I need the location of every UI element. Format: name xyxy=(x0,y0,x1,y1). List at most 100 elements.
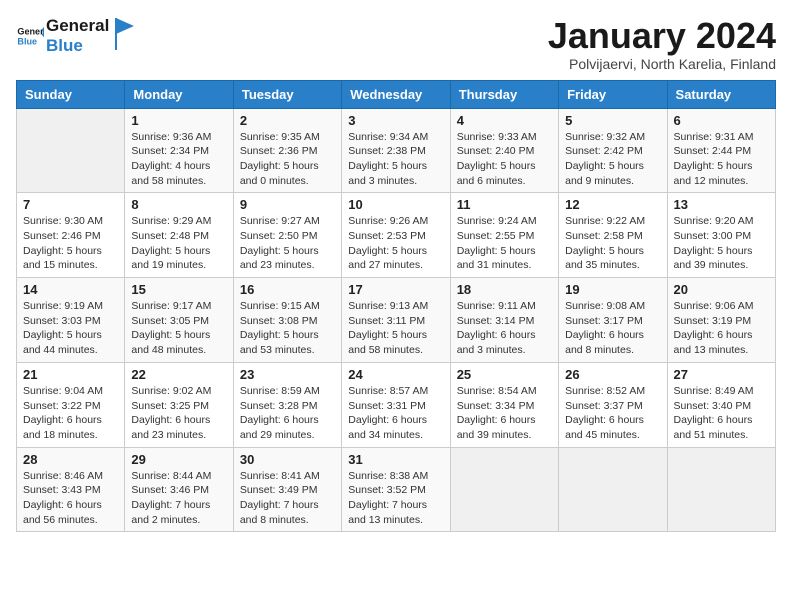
calendar-cell xyxy=(17,108,125,193)
month-title: January 2024 xyxy=(548,16,776,56)
day-info: Sunrise: 9:17 AMSunset: 3:05 PMDaylight:… xyxy=(131,299,226,358)
day-info: Sunrise: 8:46 AMSunset: 3:43 PMDaylight:… xyxy=(23,469,118,528)
calendar-cell: 11 Sunrise: 9:24 AMSunset: 2:55 PMDayligh… xyxy=(450,193,558,278)
calendar-cell: 24Sunrise: 8:57 AMSunset: 3:31 PMDayligh… xyxy=(342,362,450,447)
week-row-4: 28 Sunrise: 8:46 AMSunset: 3:43 PMDayligh… xyxy=(17,447,776,532)
day-info: Sunrise: 8:52 AMSunset: 3:37 PMDaylight:… xyxy=(565,384,660,443)
day-info: Sunrise: 8:59 AMSunset: 3:28 PMDaylight:… xyxy=(240,384,335,443)
day-info: Sunrise: 9:11 AMSunset: 3:14 PMDaylight:… xyxy=(457,299,552,358)
day-info: Sunrise: 8:57 AMSunset: 3:31 PMDaylight:… xyxy=(348,384,443,443)
day-number: 25 xyxy=(457,367,552,382)
title-block: January 2024 Polvijaervi, North Karelia,… xyxy=(548,16,776,72)
day-number: 10 xyxy=(348,197,443,212)
header-day-sunday: Sunday xyxy=(17,80,125,108)
day-number: 8 xyxy=(131,197,226,212)
day-info: Sunrise: 8:38 AMSunset: 3:52 PMDaylight:… xyxy=(348,469,443,528)
day-number: 9 xyxy=(240,197,335,212)
logo: General Blue General Blue xyxy=(16,16,136,55)
calendar-cell: 5 Sunrise: 9:32 AMSunset: 2:42 PMDaylight… xyxy=(559,108,667,193)
calendar-cell: 20 Sunrise: 9:06 AMSunset: 3:19 PMDayligh… xyxy=(667,278,775,363)
day-info: Sunrise: 9:26 AMSunset: 2:53 PMDaylight:… xyxy=(348,214,443,273)
calendar-cell: 9Sunrise: 9:27 AMSunset: 2:50 PMDaylight… xyxy=(233,193,341,278)
day-info: Sunrise: 9:15 AMSunset: 3:08 PMDaylight:… xyxy=(240,299,335,358)
day-number: 14 xyxy=(23,282,118,297)
day-number: 13 xyxy=(674,197,769,212)
calendar-cell: 25 Sunrise: 8:54 AMSunset: 3:34 PMDayligh… xyxy=(450,362,558,447)
svg-text:General: General xyxy=(17,26,44,36)
calendar-cell: 3Sunrise: 9:34 AMSunset: 2:38 PMDaylight… xyxy=(342,108,450,193)
calendar-cell: 10 Sunrise: 9:26 AMSunset: 2:53 PMDayligh… xyxy=(342,193,450,278)
calendar-cell: 15Sunrise: 9:17 AMSunset: 3:05 PMDayligh… xyxy=(125,278,233,363)
calendar-cell xyxy=(450,447,558,532)
calendar-cell: 16 Sunrise: 9:15 AMSunset: 3:08 PMDayligh… xyxy=(233,278,341,363)
day-info: Sunrise: 9:19 AMSunset: 3:03 PMDaylight:… xyxy=(23,299,118,358)
header-day-thursday: Thursday xyxy=(450,80,558,108)
day-number: 7 xyxy=(23,197,118,212)
day-number: 21 xyxy=(23,367,118,382)
day-info: Sunrise: 9:02 AMSunset: 3:25 PMDaylight:… xyxy=(131,384,226,443)
day-info: Sunrise: 9:30 AMSunset: 2:46 PMDaylight:… xyxy=(23,214,118,273)
day-info: Sunrise: 9:22 AMSunset: 2:58 PMDaylight:… xyxy=(565,214,660,273)
day-info: Sunrise: 9:08 AMSunset: 3:17 PMDaylight:… xyxy=(565,299,660,358)
calendar-table: SundayMondayTuesdayWednesdayThursdayFrid… xyxy=(16,80,776,533)
calendar-cell: 14 Sunrise: 9:19 AMSunset: 3:03 PMDayligh… xyxy=(17,278,125,363)
day-info: Sunrise: 9:36 AMSunset: 2:34 PMDaylight:… xyxy=(131,130,226,189)
day-number: 31 xyxy=(348,452,443,467)
week-row-1: 7 Sunrise: 9:30 AMSunset: 2:46 PMDaylight… xyxy=(17,193,776,278)
calendar-cell: 1 Sunrise: 9:36 AMSunset: 2:34 PMDaylight… xyxy=(125,108,233,193)
day-number: 20 xyxy=(674,282,769,297)
day-number: 5 xyxy=(565,113,660,128)
day-number: 16 xyxy=(240,282,335,297)
header-day-friday: Friday xyxy=(559,80,667,108)
day-info: Sunrise: 8:54 AMSunset: 3:34 PMDaylight:… xyxy=(457,384,552,443)
day-number: 29 xyxy=(131,452,226,467)
day-info: Sunrise: 9:06 AMSunset: 3:19 PMDaylight:… xyxy=(674,299,769,358)
calendar-cell: 26Sunrise: 8:52 AMSunset: 3:37 PMDayligh… xyxy=(559,362,667,447)
day-info: Sunrise: 8:41 AMSunset: 3:49 PMDaylight:… xyxy=(240,469,335,528)
header-day-tuesday: Tuesday xyxy=(233,80,341,108)
calendar-cell: 28 Sunrise: 8:46 AMSunset: 3:43 PMDayligh… xyxy=(17,447,125,532)
calendar-cell: 6Sunrise: 9:31 AMSunset: 2:44 PMDaylight… xyxy=(667,108,775,193)
calendar-cell: 21 Sunrise: 9:04 AMSunset: 3:22 PMDayligh… xyxy=(17,362,125,447)
day-info: Sunrise: 9:04 AMSunset: 3:22 PMDaylight:… xyxy=(23,384,118,443)
day-info: Sunrise: 9:24 AMSunset: 2:55 PMDaylight:… xyxy=(457,214,552,273)
calendar-cell: 8 Sunrise: 9:29 AMSunset: 2:48 PMDaylight… xyxy=(125,193,233,278)
day-number: 17 xyxy=(348,282,443,297)
logo-general: General xyxy=(46,16,109,36)
day-number: 11 xyxy=(457,197,552,212)
logo-flag-icon xyxy=(114,16,136,52)
svg-text:Blue: Blue xyxy=(17,36,37,46)
header-row: SundayMondayTuesdayWednesdayThursdayFrid… xyxy=(17,80,776,108)
day-info: Sunrise: 9:20 AMSunset: 3:00 PMDaylight:… xyxy=(674,214,769,273)
day-info: Sunrise: 9:32 AMSunset: 2:42 PMDaylight:… xyxy=(565,130,660,189)
header-day-saturday: Saturday xyxy=(667,80,775,108)
day-info: Sunrise: 9:33 AMSunset: 2:40 PMDaylight:… xyxy=(457,130,552,189)
calendar-cell: 4Sunrise: 9:33 AMSunset: 2:40 PMDaylight… xyxy=(450,108,558,193)
week-row-0: 1 Sunrise: 9:36 AMSunset: 2:34 PMDaylight… xyxy=(17,108,776,193)
calendar-cell: 29Sunrise: 8:44 AMSunset: 3:46 PMDayligh… xyxy=(125,447,233,532)
calendar-cell: 31 Sunrise: 8:38 AMSunset: 3:52 PMDayligh… xyxy=(342,447,450,532)
day-number: 1 xyxy=(131,113,226,128)
calendar-cell xyxy=(667,447,775,532)
calendar-body: 1 Sunrise: 9:36 AMSunset: 2:34 PMDaylight… xyxy=(17,108,776,532)
calendar-cell: 23Sunrise: 8:59 AMSunset: 3:28 PMDayligh… xyxy=(233,362,341,447)
header-day-wednesday: Wednesday xyxy=(342,80,450,108)
calendar-cell: 22Sunrise: 9:02 AMSunset: 3:25 PMDayligh… xyxy=(125,362,233,447)
day-number: 6 xyxy=(674,113,769,128)
day-number: 12 xyxy=(565,197,660,212)
calendar-cell: 17 Sunrise: 9:13 AMSunset: 3:11 PMDayligh… xyxy=(342,278,450,363)
week-row-2: 14 Sunrise: 9:19 AMSunset: 3:03 PMDayligh… xyxy=(17,278,776,363)
day-number: 27 xyxy=(674,367,769,382)
page-header: General Blue General Blue January 2024 P… xyxy=(16,16,776,72)
calendar-cell: 19Sunrise: 9:08 AMSunset: 3:17 PMDayligh… xyxy=(559,278,667,363)
day-number: 18 xyxy=(457,282,552,297)
calendar-header: SundayMondayTuesdayWednesdayThursdayFrid… xyxy=(17,80,776,108)
day-info: Sunrise: 9:13 AMSunset: 3:11 PMDaylight:… xyxy=(348,299,443,358)
day-number: 28 xyxy=(23,452,118,467)
calendar-cell: 18 Sunrise: 9:11 AMSunset: 3:14 PMDayligh… xyxy=(450,278,558,363)
calendar-cell: 13 Sunrise: 9:20 AMSunset: 3:00 PMDayligh… xyxy=(667,193,775,278)
calendar-cell: 7 Sunrise: 9:30 AMSunset: 2:46 PMDaylight… xyxy=(17,193,125,278)
day-info: Sunrise: 9:29 AMSunset: 2:48 PMDaylight:… xyxy=(131,214,226,273)
logo-blue: Blue xyxy=(46,36,109,56)
header-day-monday: Monday xyxy=(125,80,233,108)
